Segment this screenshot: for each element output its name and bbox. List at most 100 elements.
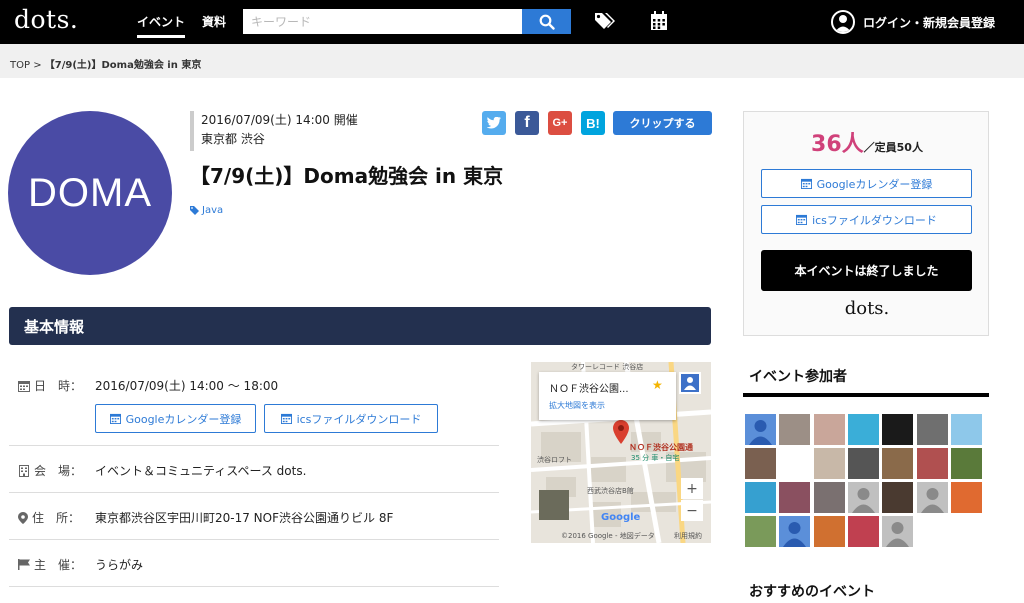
event-tag[interactable]: Java: [190, 205, 223, 216]
basic-info-heading: 基本情報: [9, 307, 711, 345]
event-logo: DOMA: [8, 111, 172, 275]
tags-icon[interactable]: [594, 11, 616, 35]
google-map[interactable]: タワーレコード 渋谷店 ＮＯＦ渋谷公園... ★ 拡大地図を表示 ＮＯＦ渋谷公園…: [531, 362, 711, 543]
breadcrumb-separator: >: [33, 60, 42, 71]
attendee-count: 36人: [811, 132, 864, 157]
attendee-avatar[interactable]: [951, 414, 982, 445]
calendar-icon: [800, 178, 812, 189]
attendee-avatar[interactable]: [779, 414, 810, 445]
nav-event[interactable]: イベント: [137, 13, 186, 38]
info-row-venue: 会 場： イベント＆コミュニティスペース dots.: [9, 446, 499, 493]
map-place-loft: 渋谷ロフト: [537, 456, 572, 464]
map-card-title: ＮＯＦ渋谷公園...: [549, 384, 629, 395]
attendee-avatar[interactable]: [917, 414, 948, 445]
attendee-avatar[interactable]: [848, 448, 879, 479]
pegman-icon: [681, 374, 699, 392]
info-label-address: 住 所：: [18, 509, 80, 526]
attendee-avatar[interactable]: [814, 448, 845, 479]
tag-icon: [190, 206, 199, 215]
map-zoom-out[interactable]: −: [681, 500, 703, 521]
hatena-bookmark-button[interactable]: B!: [581, 111, 605, 135]
info-value-venue: イベント＆コミュニティスペース dots.: [95, 464, 307, 478]
info-label-datetime: 日 時：: [18, 377, 82, 394]
clip-button[interactable]: クリップする: [613, 111, 712, 135]
calendar-icon: [280, 413, 292, 424]
capacity-label: ／定員50人: [863, 141, 923, 154]
attendee-avatar[interactable]: [814, 482, 845, 513]
map-enlarge-link[interactable]: 拡大地図を表示: [549, 400, 605, 411]
attendee-avatar[interactable]: [779, 448, 810, 479]
info-value-datetime: 2016/07/09(土) 14:00 〜 18:00: [95, 379, 279, 393]
login-link[interactable]: ログイン・新規会員登録: [831, 9, 995, 35]
user-icon: [831, 10, 855, 34]
attendee-avatar[interactable]: [779, 482, 810, 513]
event-ended-button[interactable]: 本イベントは終了しました: [761, 250, 972, 291]
map-place-seibu: 西武渋谷店B館: [587, 487, 634, 495]
calendar-icon[interactable]: [650, 11, 668, 35]
info-value-organizer: うらがみ: [95, 558, 144, 572]
event-meta: 2016/07/09(土) 14:00 開催 東京都 渋谷: [190, 111, 358, 151]
attendee-avatar[interactable]: [848, 516, 879, 547]
info-row-address: 住 所： 東京都渋谷区宇田川町20-17 NOF渋谷公園通りビル 8F: [9, 493, 499, 540]
attendee-avatar[interactable]: [745, 414, 776, 445]
sidebar-dots-logo: dots.: [844, 298, 890, 319]
info-value-address: 東京都渋谷区宇田川町20-17 NOF渋谷公園通りビル 8F: [95, 511, 394, 525]
top-header: dots. イベント 資料 キーワード ログイン・新規会員登録: [0, 0, 1024, 44]
info-label-organizer: 主 催：: [18, 556, 82, 573]
info-label-venue: 会 場：: [18, 462, 82, 479]
search-button[interactable]: [522, 9, 571, 34]
google-map-logo: Google: [601, 512, 641, 523]
attendee-avatar[interactable]: [814, 414, 845, 445]
attendee-avatar[interactable]: [745, 516, 776, 547]
event-tag-label: Java: [202, 205, 224, 216]
recommended-events-heading: おすすめのイベント: [749, 584, 875, 600]
attendee-avatar[interactable]: [951, 448, 982, 479]
ics-download-button[interactable]: icsファイルダウンロード: [264, 404, 438, 433]
attendee-avatar[interactable]: [779, 516, 810, 547]
breadcrumb-home[interactable]: TOP: [10, 60, 30, 71]
map-place-tower: タワーレコード 渋谷店: [571, 363, 644, 371]
nav-docs[interactable]: 資料: [202, 13, 226, 30]
attendee-avatar[interactable]: [882, 516, 913, 547]
attendee-avatar[interactable]: [745, 482, 776, 513]
breadcrumb: TOP > 【7/9(土)】Doma勉強会 in 東京: [0, 44, 1024, 78]
twitter-share-button[interactable]: [482, 111, 506, 135]
attendee-avatar[interactable]: [917, 448, 948, 479]
map-terms-link[interactable]: 利用規約: [674, 531, 702, 541]
map-info-card: ＮＯＦ渋谷公園... ★ 拡大地図を表示: [539, 372, 676, 420]
search-icon: [539, 14, 555, 30]
googleplus-share-button[interactable]: G+: [548, 111, 572, 135]
search-input[interactable]: [243, 9, 523, 34]
event-datetime: 2016/07/09(土) 14:00 開催: [201, 113, 358, 127]
flag-icon: [18, 559, 30, 570]
attendee-avatar[interactable]: [951, 482, 982, 513]
attendee-avatar[interactable]: [848, 414, 879, 445]
attendance-box: 36人／定員50人 Googleカレンダー登録 icsファイルダウンロード 本イ…: [743, 111, 989, 336]
attendees-heading: イベント参加者: [743, 366, 989, 397]
map-marker-icon: [18, 511, 28, 524]
facebook-share-button[interactable]: f: [515, 111, 539, 135]
sidebar-ics-download-button[interactable]: icsファイルダウンロード: [761, 205, 972, 234]
attendee-avatar[interactable]: [882, 448, 913, 479]
google-calendar-button[interactable]: Googleカレンダー登録: [95, 404, 256, 433]
event-logo-text: DOMA: [28, 170, 152, 215]
attendee-avatar[interactable]: [917, 482, 948, 513]
attendee-avatar[interactable]: [882, 414, 913, 445]
attendee-avatar[interactable]: [848, 482, 879, 513]
attendee-avatar[interactable]: [814, 516, 845, 547]
attendee-avatar[interactable]: [745, 448, 776, 479]
map-pin-label: ＮＯＦ渋谷公園通: [629, 443, 693, 452]
event-location: 東京都 渋谷: [201, 132, 265, 146]
attendee-avatar[interactable]: [882, 482, 913, 513]
star-icon[interactable]: ★: [652, 378, 663, 392]
attendance-count: 36人／定員50人: [744, 126, 990, 158]
map-copyright: ©2016 Google - 地図データ: [561, 532, 655, 540]
map-pin-sub: 35 分 車・自宅: [631, 454, 680, 462]
street-view-button[interactable]: [679, 372, 701, 394]
building-icon: [19, 464, 29, 477]
site-logo[interactable]: dots.: [14, 5, 78, 34]
event-title: 【7/9(土)】Doma勉強会 in 東京: [190, 164, 504, 188]
sidebar-google-calendar-button[interactable]: Googleカレンダー登録: [761, 169, 972, 198]
login-label: ログイン・新規会員登録: [863, 15, 996, 30]
map-zoom-in[interactable]: +: [681, 478, 703, 499]
